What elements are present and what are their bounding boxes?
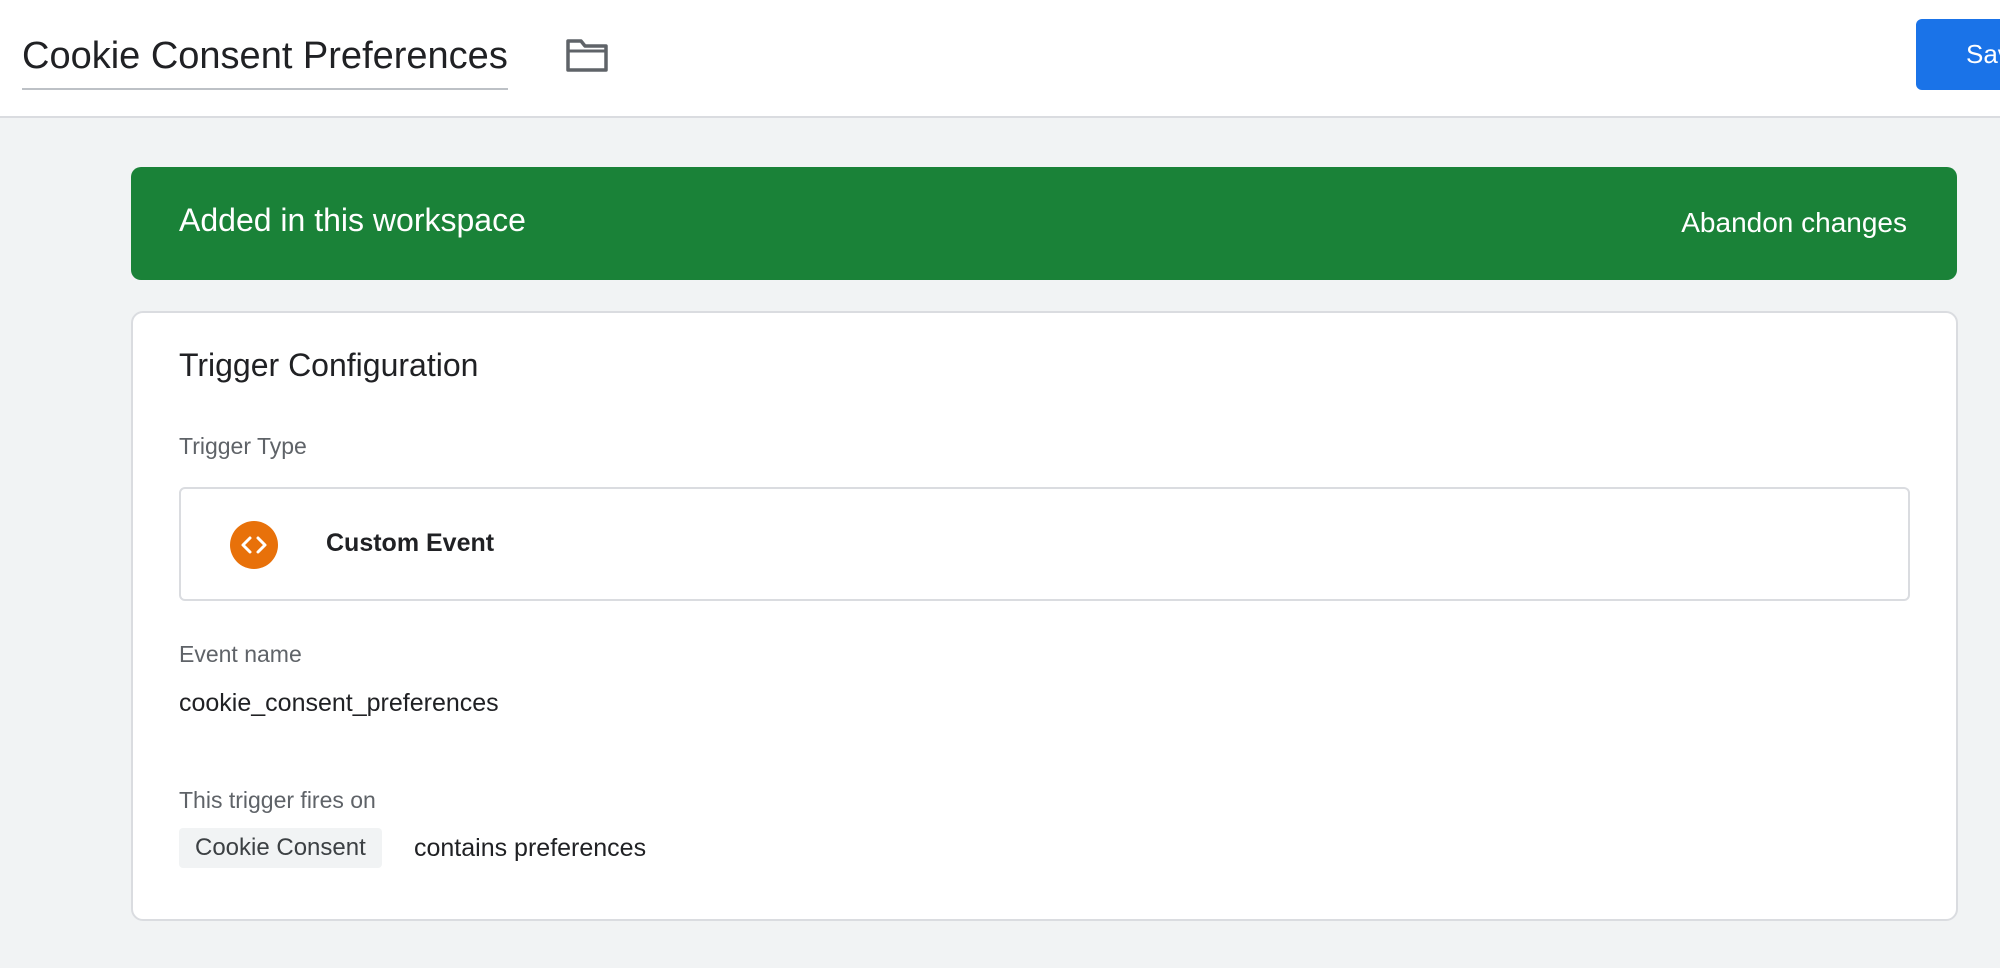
condition-text: contains preferences [414, 834, 647, 862]
event-name-value: cookie_consent_preferences [179, 689, 499, 717]
trigger-type-name: Custom Event [326, 529, 495, 557]
section-title: Trigger Configuration [179, 347, 479, 383]
trigger-type-selector[interactable]: Custom Event [179, 487, 1910, 601]
trigger-configuration-card[interactable]: Trigger Configuration Trigger Type Custo… [131, 311, 1958, 921]
workspace-status-text: Added in this workspace [179, 202, 526, 238]
workspace-status-banner: Added in this workspace Abandon changes [131, 167, 1957, 280]
event-name-label: Event name [179, 641, 302, 667]
trigger-type-label: Trigger Type [179, 433, 307, 459]
condition-variable-chip: Cookie Consent [179, 828, 382, 868]
code-brackets-icon [230, 521, 278, 569]
save-button[interactable]: Save [1916, 19, 2000, 90]
trigger-title[interactable]: Cookie Consent Preferences [22, 26, 508, 86]
editor-header: Cookie Consent Preferences Save [0, 0, 2000, 118]
fires-on-label: This trigger fires on [179, 787, 376, 813]
folder-icon[interactable] [565, 36, 609, 74]
title-field[interactable]: Cookie Consent Preferences [22, 26, 508, 90]
abandon-changes-button[interactable]: Abandon changes [1681, 207, 1907, 239]
